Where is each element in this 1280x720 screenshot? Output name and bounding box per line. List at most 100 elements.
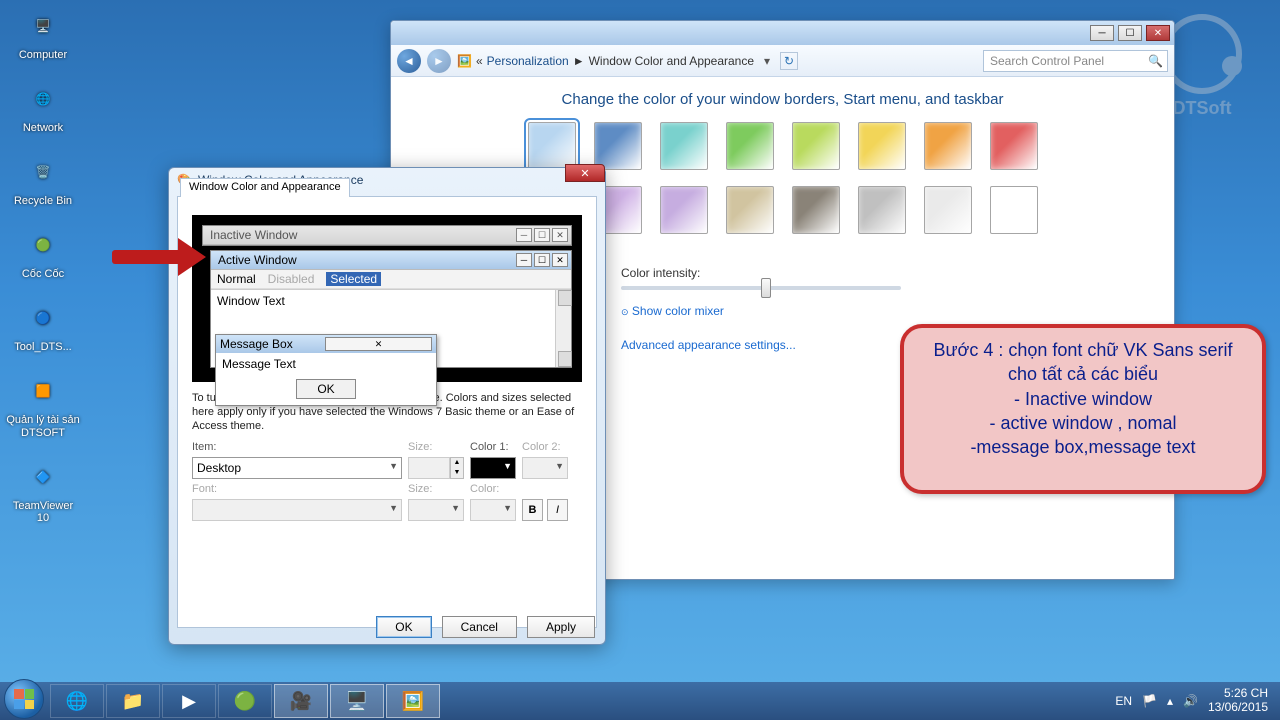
annotation-callout: Bước 4 : chọn font chữ VK Sans serif cho… xyxy=(900,324,1266,494)
teamviewer-icon: 🔷 xyxy=(23,457,63,497)
maximize-icon[interactable]: ☐ xyxy=(534,228,550,242)
network-icon: 🌐 xyxy=(23,79,63,119)
item-label: Item: xyxy=(192,441,402,453)
taskbar-item[interactable]: 📁 xyxy=(106,684,160,718)
close-button[interactable]: ✕ xyxy=(565,164,605,182)
desktop-icon-recyclebin[interactable]: 🗑️Recycle Bin xyxy=(6,152,80,207)
fontcolor-picker: ▼ xyxy=(470,499,516,521)
slider-thumb[interactable] xyxy=(761,278,771,298)
chevron-down-icon: ▼ xyxy=(503,503,512,513)
taskbar-item[interactable]: 🟢 xyxy=(218,684,272,718)
breadcrumb-current: Window Color and Appearance xyxy=(589,54,754,68)
annotation-arrow xyxy=(112,250,182,264)
color-swatch[interactable] xyxy=(726,186,774,234)
desktop-icon-computer[interactable]: 🖥️Computer xyxy=(6,6,80,61)
trash-icon: 🗑️ xyxy=(23,152,63,192)
desktop-icon-tooldts[interactable]: 🔵Tool_DTS... xyxy=(6,298,80,353)
close-icon[interactable]: ✕ xyxy=(325,337,432,351)
chevron-down-icon: ▼ xyxy=(555,461,564,471)
color-swatch[interactable] xyxy=(924,122,972,170)
taskbar-item[interactable]: 🎥 xyxy=(274,684,328,718)
start-button[interactable] xyxy=(4,679,44,719)
color-swatch[interactable] xyxy=(924,186,972,234)
minimize-button[interactable]: ─ xyxy=(1090,25,1114,41)
color-swatch[interactable] xyxy=(660,122,708,170)
taskbar-item[interactable]: ▶ xyxy=(162,684,216,718)
font-dropdown: ▼ xyxy=(192,499,402,521)
close-icon[interactable]: ✕ xyxy=(552,253,568,267)
preview-inactive-window[interactable]: Inactive Window ─ ☐ ✕ xyxy=(202,225,572,246)
color-swatch[interactable] xyxy=(528,122,576,170)
size-label: Size: xyxy=(408,441,464,453)
refresh-button[interactable]: ↻ xyxy=(780,52,798,70)
ok-button[interactable]: OK xyxy=(376,616,431,638)
color-swatch[interactable] xyxy=(726,122,774,170)
preview-client-area[interactable]: Window Text Message Box✕ Message Text OK xyxy=(211,289,571,367)
color1-label: Color 1: xyxy=(470,441,516,453)
desktop: 🖥️Computer 🌐Network 🗑️Recycle Bin 🟢Cốc C… xyxy=(6,6,80,524)
preview-area: Inactive Window ─ ☐ ✕ Active Window ─ ☐ … xyxy=(192,215,582,382)
language-indicator[interactable]: EN xyxy=(1115,694,1132,708)
show-mixer-link[interactable]: ⊙ Show color mixer xyxy=(621,304,1134,318)
taskbar: 🌐📁▶🟢🎥🖥️🖼️ EN 🏳️ ▴ 🔊 5:26 CH 13/06/2015 xyxy=(0,682,1280,720)
coccoc-icon: 🟢 xyxy=(23,225,63,265)
desktop-icon-qlts[interactable]: 🟧Quản lý tài sản DTSOFT xyxy=(6,371,80,438)
color-label: Color: xyxy=(470,483,516,495)
tray-chevron-up-icon[interactable]: ▴ xyxy=(1167,694,1173,708)
forward-button[interactable]: ► xyxy=(427,49,451,73)
preview-active-window[interactable]: Active Window ─ ☐ ✕ Normal Disabled Sele… xyxy=(210,250,572,368)
color-swatch[interactable] xyxy=(990,122,1038,170)
breadcrumb[interactable]: 🖼️ « Personalization ► Window Color and … xyxy=(457,54,754,68)
preview-message-box[interactable]: Message Box✕ Message Text OK xyxy=(215,334,437,406)
fontsize-dropdown: ▼ xyxy=(408,499,464,521)
color-swatch[interactable] xyxy=(792,186,840,234)
back-button[interactable]: ◄ xyxy=(397,49,421,73)
item-dropdown[interactable]: Desktop▼ xyxy=(192,457,402,479)
maximize-button[interactable]: ☐ xyxy=(1118,25,1142,41)
bold-button[interactable]: B xyxy=(522,499,543,521)
intensity-slider[interactable] xyxy=(621,286,901,290)
search-input[interactable]: Search Control Panel 🔍 xyxy=(983,50,1168,72)
taskbar-item[interactable]: 🖼️ xyxy=(386,684,440,718)
system-tray[interactable]: EN 🏳️ ▴ 🔊 5:26 CH 13/06/2015 xyxy=(1115,687,1276,715)
preview-menu[interactable]: Normal Disabled Selected xyxy=(211,270,571,289)
breadcrumb-parent[interactable]: Personalization xyxy=(487,54,569,68)
minimize-icon[interactable]: ─ xyxy=(516,253,532,267)
color-swatch[interactable] xyxy=(792,122,840,170)
tray-volume-icon[interactable]: 🔊 xyxy=(1183,694,1198,708)
minimize-icon[interactable]: ─ xyxy=(516,228,532,242)
page-title: Change the color of your window borders,… xyxy=(431,91,1134,108)
cp-navbar: ◄ ► 🖼️ « Personalization ► Window Color … xyxy=(391,45,1174,77)
taskbar-item[interactable]: 🌐 xyxy=(50,684,104,718)
italic-button[interactable]: I xyxy=(547,499,568,521)
font-label: Font: xyxy=(192,483,402,495)
apply-button[interactable]: Apply xyxy=(527,616,595,638)
cancel-button[interactable]: Cancel xyxy=(442,616,517,638)
wca-dialog: 🎨 Window Color and Appearance ✕ Window C… xyxy=(168,167,606,645)
ok-button[interactable]: OK xyxy=(296,379,356,399)
color-swatch[interactable] xyxy=(660,186,708,234)
color-swatch[interactable] xyxy=(990,186,1038,234)
size2-label: Size: xyxy=(408,483,464,495)
desktop-icon-teamviewer[interactable]: 🔷TeamViewer 10 xyxy=(6,457,80,524)
clock[interactable]: 5:26 CH 13/06/2015 xyxy=(1208,687,1268,715)
desktop-icon-network[interactable]: 🌐Network xyxy=(6,79,80,134)
search-placeholder: Search Control Panel xyxy=(990,54,1104,68)
maximize-icon[interactable]: ☐ xyxy=(534,253,550,267)
color2-label: Color 2: xyxy=(522,441,568,453)
cp-titlebar: ─ ☐ ✕ xyxy=(391,21,1174,45)
wca-tab[interactable]: Window Color and Appearance xyxy=(180,178,350,197)
tray-flag-icon[interactable]: 🏳️ xyxy=(1142,694,1157,708)
color1-picker[interactable]: ▼ xyxy=(470,457,516,479)
color-swatch[interactable] xyxy=(858,186,906,234)
close-button[interactable]: ✕ xyxy=(1146,25,1170,41)
desktop-icon-coccoc[interactable]: 🟢Cốc Cốc xyxy=(6,225,80,280)
taskbar-item[interactable]: 🖥️ xyxy=(330,684,384,718)
color-swatch[interactable] xyxy=(858,122,906,170)
close-icon[interactable]: ✕ xyxy=(552,228,568,242)
chevron-down-icon: ▼ xyxy=(389,503,398,513)
scrollbar[interactable] xyxy=(555,290,571,367)
qlts-icon: 🟧 xyxy=(23,371,63,411)
color-swatch[interactable] xyxy=(594,122,642,170)
chevron-down-icon: ▼ xyxy=(503,461,512,471)
